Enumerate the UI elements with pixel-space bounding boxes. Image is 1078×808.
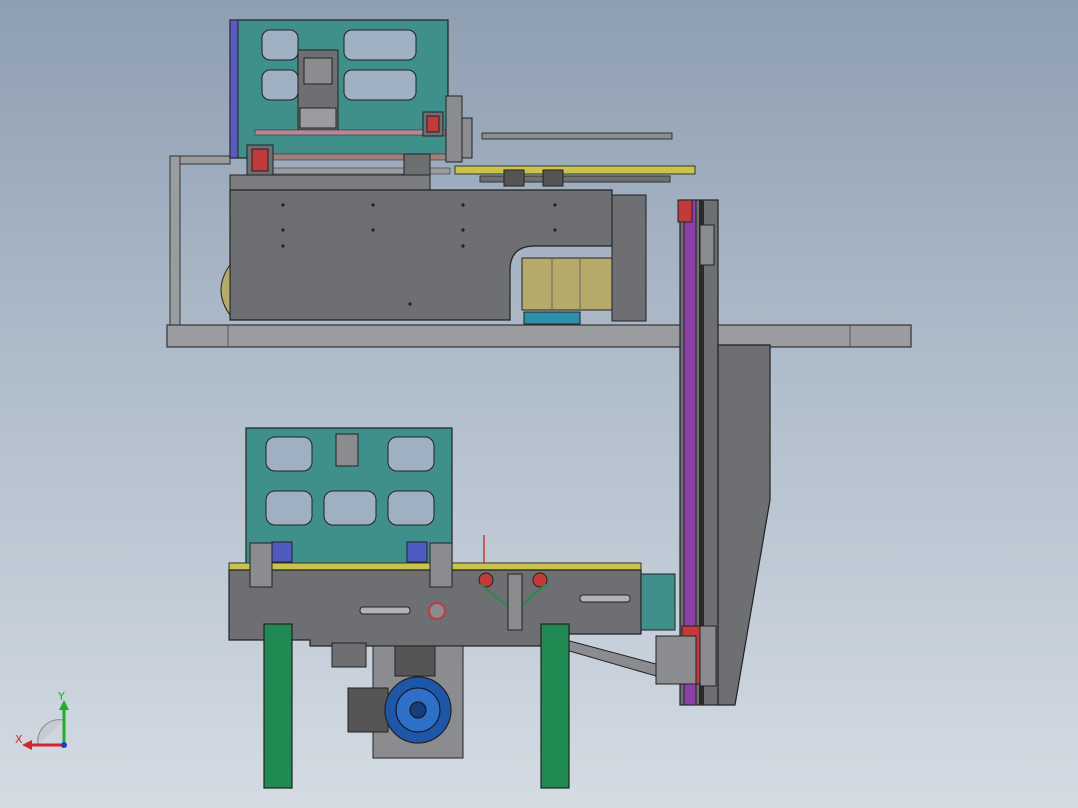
machine-drawing: Y X (15, 19, 912, 789)
upper-motor-cylinder (521, 257, 615, 311)
triad-y-label: Y (57, 690, 65, 703)
triad-x-label: X (15, 733, 23, 746)
coordinate-triad-icon: Y X (15, 690, 69, 750)
left-leg (263, 623, 293, 789)
lower-assembly (228, 427, 676, 789)
upper-assembly (166, 19, 912, 348)
right-leg (540, 623, 570, 789)
upper-base-plate (166, 324, 912, 348)
cad-viewport[interactable]: Y X (0, 0, 1078, 808)
